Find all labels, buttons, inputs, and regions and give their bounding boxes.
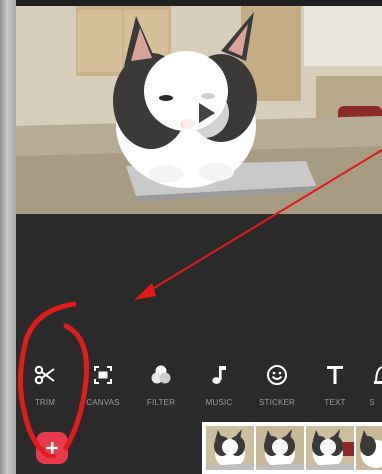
tool-canvas-label: CANVAS bbox=[86, 398, 120, 407]
music-note-icon bbox=[206, 362, 232, 388]
tool-sticker[interactable]: STICKER bbox=[248, 362, 306, 410]
smiley-icon bbox=[264, 362, 290, 388]
tool-sticker-label: STICKER bbox=[258, 398, 296, 407]
text-icon bbox=[322, 362, 348, 388]
add-clip-button[interactable] bbox=[36, 432, 68, 464]
filter-icon bbox=[148, 362, 174, 388]
tool-more[interactable]: S bbox=[352, 362, 382, 410]
timeline-strip[interactable] bbox=[202, 422, 382, 474]
tool-filter[interactable]: FILTER bbox=[132, 362, 190, 410]
tool-more-label: S bbox=[369, 398, 375, 407]
tool-music-label: MUSIC bbox=[205, 398, 233, 407]
play-button[interactable] bbox=[179, 88, 229, 138]
tool-music[interactable]: MUSIC bbox=[190, 362, 248, 410]
app-screen: TRIM CANVAS FILTER MUSIC STICKER TEXT S bbox=[16, 0, 382, 474]
plus-icon bbox=[46, 442, 58, 454]
edit-toolbar: TRIM CANVAS FILTER MUSIC STICKER TEXT S bbox=[16, 362, 382, 410]
tool-filter-label: FILTER bbox=[146, 398, 176, 407]
canvas-icon bbox=[90, 362, 116, 388]
video-preview[interactable] bbox=[16, 6, 382, 214]
device-bezel bbox=[0, 0, 16, 474]
timeline-thumbnail bbox=[356, 426, 382, 470]
tool-trim-label: TRIM bbox=[34, 398, 56, 407]
scissors-icon bbox=[32, 362, 58, 388]
tool-canvas[interactable]: CANVAS bbox=[74, 362, 132, 410]
timeline-thumbnail bbox=[256, 426, 304, 470]
tool-trim[interactable]: TRIM bbox=[16, 362, 74, 410]
partial-icon bbox=[359, 362, 382, 388]
timeline-thumbnail bbox=[206, 426, 254, 470]
timeline-thumbnail bbox=[306, 426, 354, 470]
play-icon bbox=[198, 103, 215, 123]
tool-text-label: TEXT bbox=[324, 398, 346, 407]
